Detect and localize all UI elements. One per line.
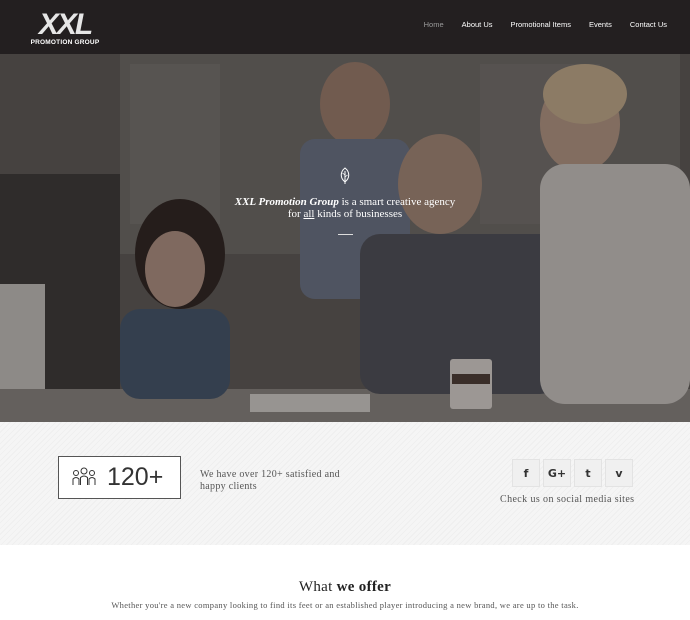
hero-section: XXL Promotion Group is a smart creative …: [0, 54, 690, 422]
google-plus-icon[interactable]: G+: [543, 459, 571, 487]
stats-band: 120+ We have over 120+ satisfied and hap…: [0, 422, 690, 545]
logo-sub-text: PROMOTION GROUP: [30, 39, 100, 46]
logo[interactable]: XXL PROMOTION GROUP: [28, 10, 102, 48]
hero-line1-rest: is a smart creative agency: [338, 196, 456, 208]
nav-about-us[interactable]: About Us: [462, 20, 493, 30]
social-links: f G+ t v: [512, 459, 633, 487]
hero-line2-pre: for: [287, 208, 304, 220]
hero-overlay: [0, 54, 690, 422]
hero-brand: XXL Promotion Group: [234, 196, 339, 208]
twitter-icon[interactable]: t: [574, 459, 602, 487]
hero-headline-line1: XXL Promotion Group is a smart creative …: [0, 196, 690, 208]
leaf-icon: [340, 167, 350, 184]
hero-content: XXL Promotion Group is a smart creative …: [0, 167, 690, 235]
nav-home[interactable]: Home: [424, 20, 444, 30]
nav-events[interactable]: Events: [589, 20, 612, 30]
hero-line2-post: kinds of businesses: [314, 208, 403, 220]
vimeo-icon[interactable]: v: [605, 459, 633, 487]
hero-headline-line2: for all kinds of businesses: [0, 208, 690, 220]
client-count: 120+: [107, 463, 164, 491]
nav-contact-us[interactable]: Contact Us: [630, 20, 667, 30]
offer-title-pre: What: [298, 579, 337, 595]
logo-main-text: XXL: [38, 8, 93, 41]
people-icon: [72, 467, 96, 485]
main-nav: Home About Us Promotional Items Events C…: [406, 20, 667, 30]
nav-promotional-items[interactable]: Promotional Items: [511, 20, 571, 30]
client-count-text: We have over 120+ satisfied and happy cl…: [200, 469, 340, 492]
social-caption: Check us on social media sites: [500, 494, 635, 505]
client-counter: 120+: [58, 456, 181, 499]
facebook-icon[interactable]: f: [512, 459, 540, 487]
offer-subtitle: Whether you're a new company looking to …: [111, 600, 579, 610]
hero-divider: [337, 234, 353, 235]
site-header: XXL PROMOTION GROUP Home About Us Promot…: [0, 0, 690, 54]
offer-title-bold: we offer: [336, 579, 392, 595]
hero-line2-emph: all: [303, 208, 315, 220]
offer-title: What we offer: [0, 578, 690, 596]
